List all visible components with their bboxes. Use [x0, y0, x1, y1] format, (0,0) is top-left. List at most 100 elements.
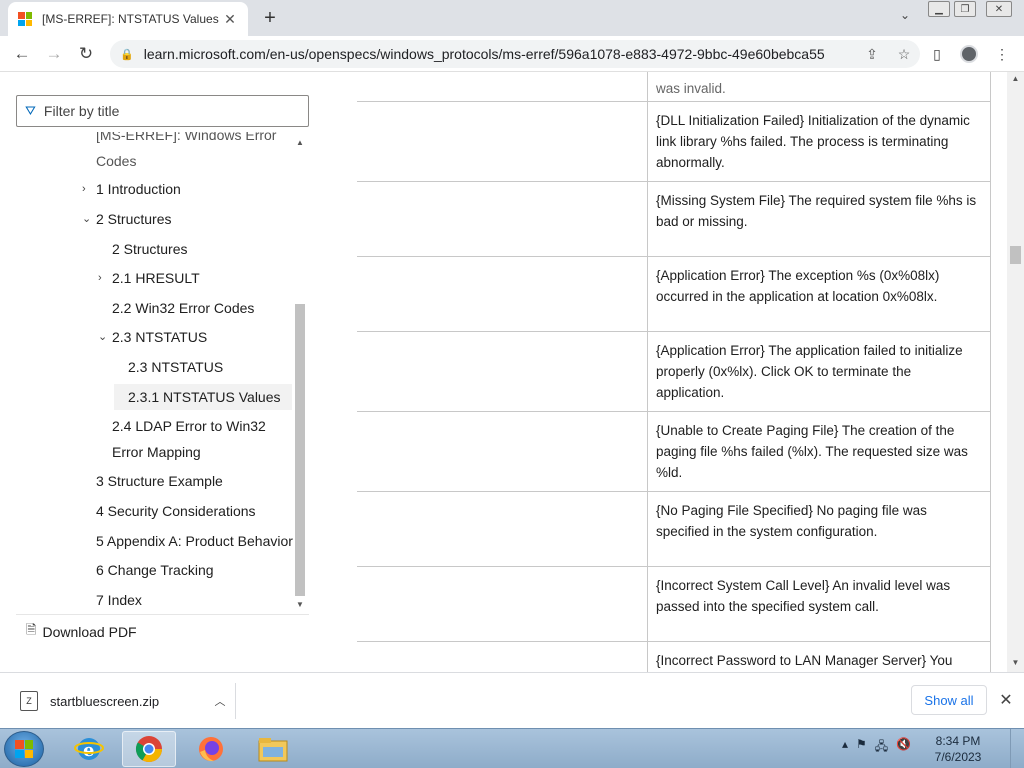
windows-logo-icon	[15, 740, 33, 758]
table-row: {Missing System File} The required syste…	[357, 182, 991, 257]
toc-item[interactable]: › 1 Introduction	[82, 176, 181, 202]
firefox-icon[interactable]	[184, 731, 238, 767]
toc-item[interactable]: 5 Appendix A: Product Behavior	[96, 528, 293, 554]
document-icon: 🗎	[26, 621, 37, 637]
table-cell-description: {Incorrect System Call Level} An invalid…	[647, 567, 991, 641]
table-row: was invalid.	[357, 72, 991, 102]
table-cell-description: {Application Error} The application fail…	[647, 332, 991, 411]
table-cell-description: {DLL Initialization Failed} Initializati…	[647, 102, 991, 181]
browser-toolbar: ← → ↻ 🔒 learn.microsoft.com/en-us/opensp…	[0, 36, 1024, 72]
toc-item[interactable]: 7 Index	[96, 587, 142, 612]
chevron-down-icon[interactable]: ⌄	[82, 206, 94, 232]
table-cell-code	[357, 332, 647, 411]
share-icon[interactable]: ⇪	[856, 46, 888, 63]
table-cell-code	[357, 257, 647, 331]
internet-explorer-icon[interactable]: e	[62, 731, 116, 767]
table-row: {Unable to Create Paging File} The creat…	[357, 412, 991, 492]
start-button[interactable]	[4, 731, 44, 767]
download-pdf-link[interactable]: 🗎 Download PDF	[16, 614, 309, 648]
page-scrollbar[interactable]: ▲ ▼	[1007, 72, 1024, 672]
bookmark-star-icon[interactable]: ☆	[888, 46, 920, 63]
toc-item[interactable]: 2.3 NTSTATUS	[128, 354, 223, 380]
toc-item[interactable]: ⌄ 2 Structures	[82, 206, 171, 232]
table-cell-code	[357, 642, 647, 672]
toc-item[interactable]: 2.4 LDAP Error to Win32 Error Mapping	[112, 413, 282, 465]
toc-item[interactable]: 2.2 Win32 Error Codes	[112, 295, 254, 321]
minimize-button[interactable]: ▁	[928, 1, 950, 17]
table-cell-description: {Incorrect Password to LAN Manager Serve…	[647, 642, 991, 672]
download-file-name[interactable]: startbluescreen.zip	[50, 694, 205, 709]
toc-scroll-thumb[interactable]	[295, 304, 305, 596]
tab-title: [MS-ERREF]: NTSTATUS Values | Microsoft …	[42, 12, 222, 26]
show-desktop-button[interactable]	[1010, 729, 1024, 768]
table-cell-description: {No Paging File Specified} No paging fil…	[647, 492, 991, 566]
chrome-icon[interactable]	[122, 731, 176, 767]
scroll-up-arrow-icon[interactable]: ▲	[295, 138, 305, 148]
toc-item[interactable]: 4 Security Considerations	[96, 498, 256, 524]
close-icon[interactable]: ✕	[996, 690, 1016, 710]
table-cell-description: {Unable to Create Paging File} The creat…	[647, 412, 991, 491]
table-cell-code	[357, 567, 647, 641]
ntstatus-table: was invalid. {DLL Initialization Failed}…	[357, 72, 997, 672]
system-tray: ▴ ⚑ 🖧 🔇	[842, 737, 911, 758]
zip-file-icon: Z	[20, 691, 38, 711]
show-all-button[interactable]: Show all	[911, 685, 987, 715]
filter-box[interactable]: ⛛	[16, 95, 309, 127]
back-arrow-icon[interactable]: ←	[10, 42, 34, 66]
profile-avatar[interactable]	[959, 44, 979, 64]
download-pdf-label: Download PDF	[42, 623, 137, 640]
filter-input[interactable]	[43, 103, 284, 119]
toc-scrollbar[interactable]: ▲ ▼	[293, 134, 307, 612]
action-center-flag-icon[interactable]: ⚑	[856, 737, 867, 758]
url-text[interactable]: learn.microsoft.com/en-us/openspecs/wind…	[144, 46, 856, 62]
chevron-down-icon[interactable]: ⌄	[98, 324, 110, 350]
scroll-down-arrow-icon[interactable]: ▼	[1010, 658, 1021, 667]
browser-tab-strip: [MS-ERREF]: NTSTATUS Values | Microsoft …	[0, 0, 1024, 36]
scroll-down-arrow-icon[interactable]: ▼	[295, 600, 305, 610]
table-row: {DLL Initialization Failed} Initializati…	[357, 102, 991, 182]
restore-button[interactable]: ❐	[954, 1, 976, 17]
clock-time: 8:34 PM	[935, 734, 981, 748]
tray-expand-icon[interactable]: ▴	[842, 737, 848, 758]
toc-item[interactable]: › 2.1 HRESULT	[98, 265, 200, 291]
table-cell-description: {Application Error} The exception %s (0x…	[647, 257, 991, 331]
toc-item[interactable]: ⌄ 2.3 NTSTATUS	[98, 324, 207, 350]
chevron-right-icon[interactable]: ›	[82, 176, 94, 202]
web-page: ⛛ [MS-ERREF]: Windows Error Codes › 1 In…	[0, 72, 1024, 672]
tab-close-icon[interactable]: ✕	[222, 11, 238, 27]
table-row: {Application Error} The application fail…	[357, 332, 991, 412]
toc-item[interactable]: 2 Structures	[112, 236, 187, 262]
table-cell-code	[357, 102, 647, 181]
toc-item[interactable]: 3 Structure Example	[96, 468, 223, 494]
toc-item[interactable]: [MS-ERREF]: Windows Error Codes	[96, 132, 286, 174]
chevron-up-icon[interactable]: ︿	[205, 693, 235, 709]
table-cell-code	[357, 182, 647, 256]
toc-item[interactable]: 6 Change Tracking	[96, 557, 214, 583]
reload-icon[interactable]: ↻	[74, 42, 98, 66]
file-explorer-icon[interactable]	[246, 731, 300, 767]
side-panel-icon[interactable]: ▯	[927, 44, 947, 64]
forward-arrow-icon[interactable]: →	[42, 42, 66, 66]
chevron-right-icon[interactable]: ›	[98, 265, 110, 291]
taskbar-clock[interactable]: 8:34 PM 7/6/2023	[928, 733, 988, 765]
table-cell-description: was invalid.	[647, 72, 991, 101]
table-row: {Incorrect Password to LAN Manager Serve…	[357, 642, 991, 672]
volume-muted-icon[interactable]: 🔇	[896, 737, 911, 758]
toc-item-active[interactable]: 2.3.1 NTSTATUS Values	[114, 384, 292, 410]
tab-search-icon[interactable]: ⌄	[896, 8, 914, 26]
address-bar[interactable]: 🔒 learn.microsoft.com/en-us/openspecs/wi…	[110, 40, 920, 68]
download-item[interactable]: Z startbluescreen.zip ︿	[14, 683, 236, 719]
window-close-button[interactable]: ✕	[986, 1, 1012, 17]
new-tab-button[interactable]: +	[258, 6, 282, 30]
clock-date: 7/6/2023	[934, 750, 982, 764]
table-cell-code	[357, 412, 647, 491]
scroll-up-arrow-icon[interactable]: ▲	[1010, 74, 1021, 83]
page-scroll-thumb[interactable]	[1010, 246, 1021, 264]
network-icon[interactable]: 🖧	[875, 737, 888, 758]
table-cell-code	[357, 72, 647, 101]
windows-taskbar: e ▴ ⚑ 🖧 🔇 8:34 PM 7/6/2023	[0, 728, 1024, 768]
microsoft-logo-icon	[18, 12, 32, 26]
browser-tab[interactable]: [MS-ERREF]: NTSTATUS Values | Microsoft …	[8, 2, 248, 36]
table-row: {No Paging File Specified} No paging fil…	[357, 492, 991, 567]
menu-kebab-icon[interactable]: ⋮	[992, 44, 1012, 64]
